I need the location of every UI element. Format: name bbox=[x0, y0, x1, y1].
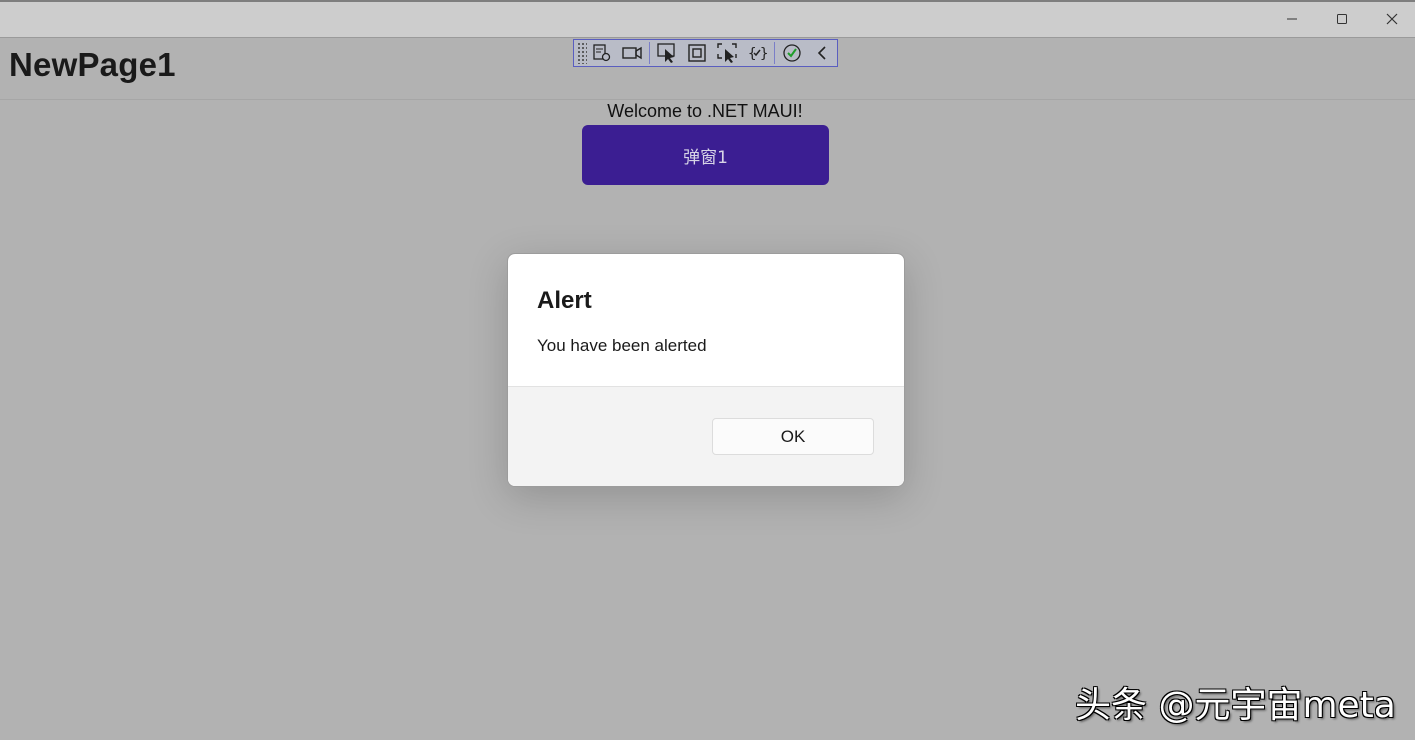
dialog-footer: OK bbox=[508, 386, 904, 486]
page-title: NewPage1 bbox=[9, 46, 176, 83]
alert-dialog: Alert You have been alerted OK bbox=[507, 253, 905, 487]
minimize-icon bbox=[1287, 18, 1297, 19]
display-adorners-icon bbox=[688, 44, 706, 62]
ok-button[interactable]: OK bbox=[712, 418, 874, 455]
svg-text:}: } bbox=[760, 46, 767, 62]
dialog-message: You have been alerted bbox=[537, 336, 707, 355]
dialog-title: Alert bbox=[537, 287, 592, 314]
minimize-button[interactable] bbox=[1269, 0, 1315, 37]
collapse-toolbar-button[interactable] bbox=[807, 40, 837, 66]
select-element-button[interactable] bbox=[652, 40, 682, 66]
welcome-label: Welcome to .NET MAUI! bbox=[607, 101, 803, 121]
popup-button[interactable]: 弹窗1 bbox=[582, 125, 829, 185]
maximize-button[interactable] bbox=[1319, 0, 1365, 37]
display-adorners-button[interactable] bbox=[682, 40, 712, 66]
titlebar-edge bbox=[0, 0, 1415, 2]
toolbar-separator bbox=[774, 42, 775, 64]
live-visual-tree-icon bbox=[593, 44, 611, 62]
grip-icon[interactable] bbox=[577, 42, 587, 64]
binding-failures-icon: { } bbox=[748, 46, 767, 62]
select-element-icon bbox=[657, 43, 675, 63]
live-visual-tree-button[interactable] bbox=[587, 40, 617, 66]
track-focus-button[interactable] bbox=[712, 40, 742, 66]
binding-failures-button[interactable]: { } bbox=[742, 40, 772, 66]
close-button[interactable] bbox=[1369, 0, 1415, 37]
record-icon bbox=[622, 46, 642, 60]
track-focus-icon bbox=[717, 43, 737, 63]
close-icon bbox=[1386, 13, 1398, 24]
record-button[interactable] bbox=[617, 40, 647, 66]
toolbar-separator bbox=[649, 42, 650, 64]
window-titlebar bbox=[0, 0, 1415, 38]
collapse-chevron-icon bbox=[817, 46, 826, 60]
accessibility-check-button[interactable] bbox=[777, 40, 807, 66]
watermark: 头条 @元宇宙meta bbox=[1075, 685, 1396, 726]
accessibility-check-icon bbox=[783, 44, 801, 62]
maximize-icon bbox=[1337, 13, 1347, 24]
xaml-debug-toolbar: { } bbox=[573, 39, 838, 67]
